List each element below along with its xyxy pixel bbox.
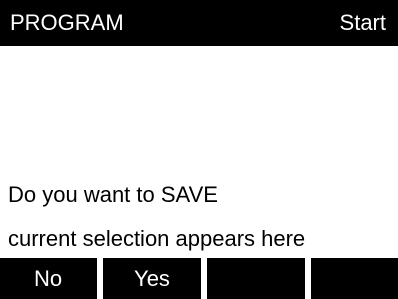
- screen-title: PROGRAM: [10, 10, 124, 35]
- yes-softkey[interactable]: Yes: [104, 258, 200, 299]
- mode-status: Start: [339, 10, 386, 35]
- softkey-divider: [97, 258, 103, 299]
- softkey-divider: [305, 258, 311, 299]
- message-area: Do you want to SAVE current selection ap…: [0, 46, 398, 258]
- softkey-4-empty[interactable]: [312, 258, 398, 299]
- program-screen: PROGRAM Start Do you want to SAVE curren…: [0, 0, 398, 299]
- no-softkey[interactable]: No: [0, 258, 96, 299]
- softkey-bar: No Yes: [0, 258, 398, 299]
- current-selection-text: current selection appears here: [8, 226, 306, 251]
- softkey-3-empty[interactable]: [208, 258, 304, 299]
- softkey-divider: [201, 258, 207, 299]
- title-bar: PROGRAM Start: [0, 0, 398, 46]
- save-prompt: Do you want to SAVE: [8, 182, 218, 207]
